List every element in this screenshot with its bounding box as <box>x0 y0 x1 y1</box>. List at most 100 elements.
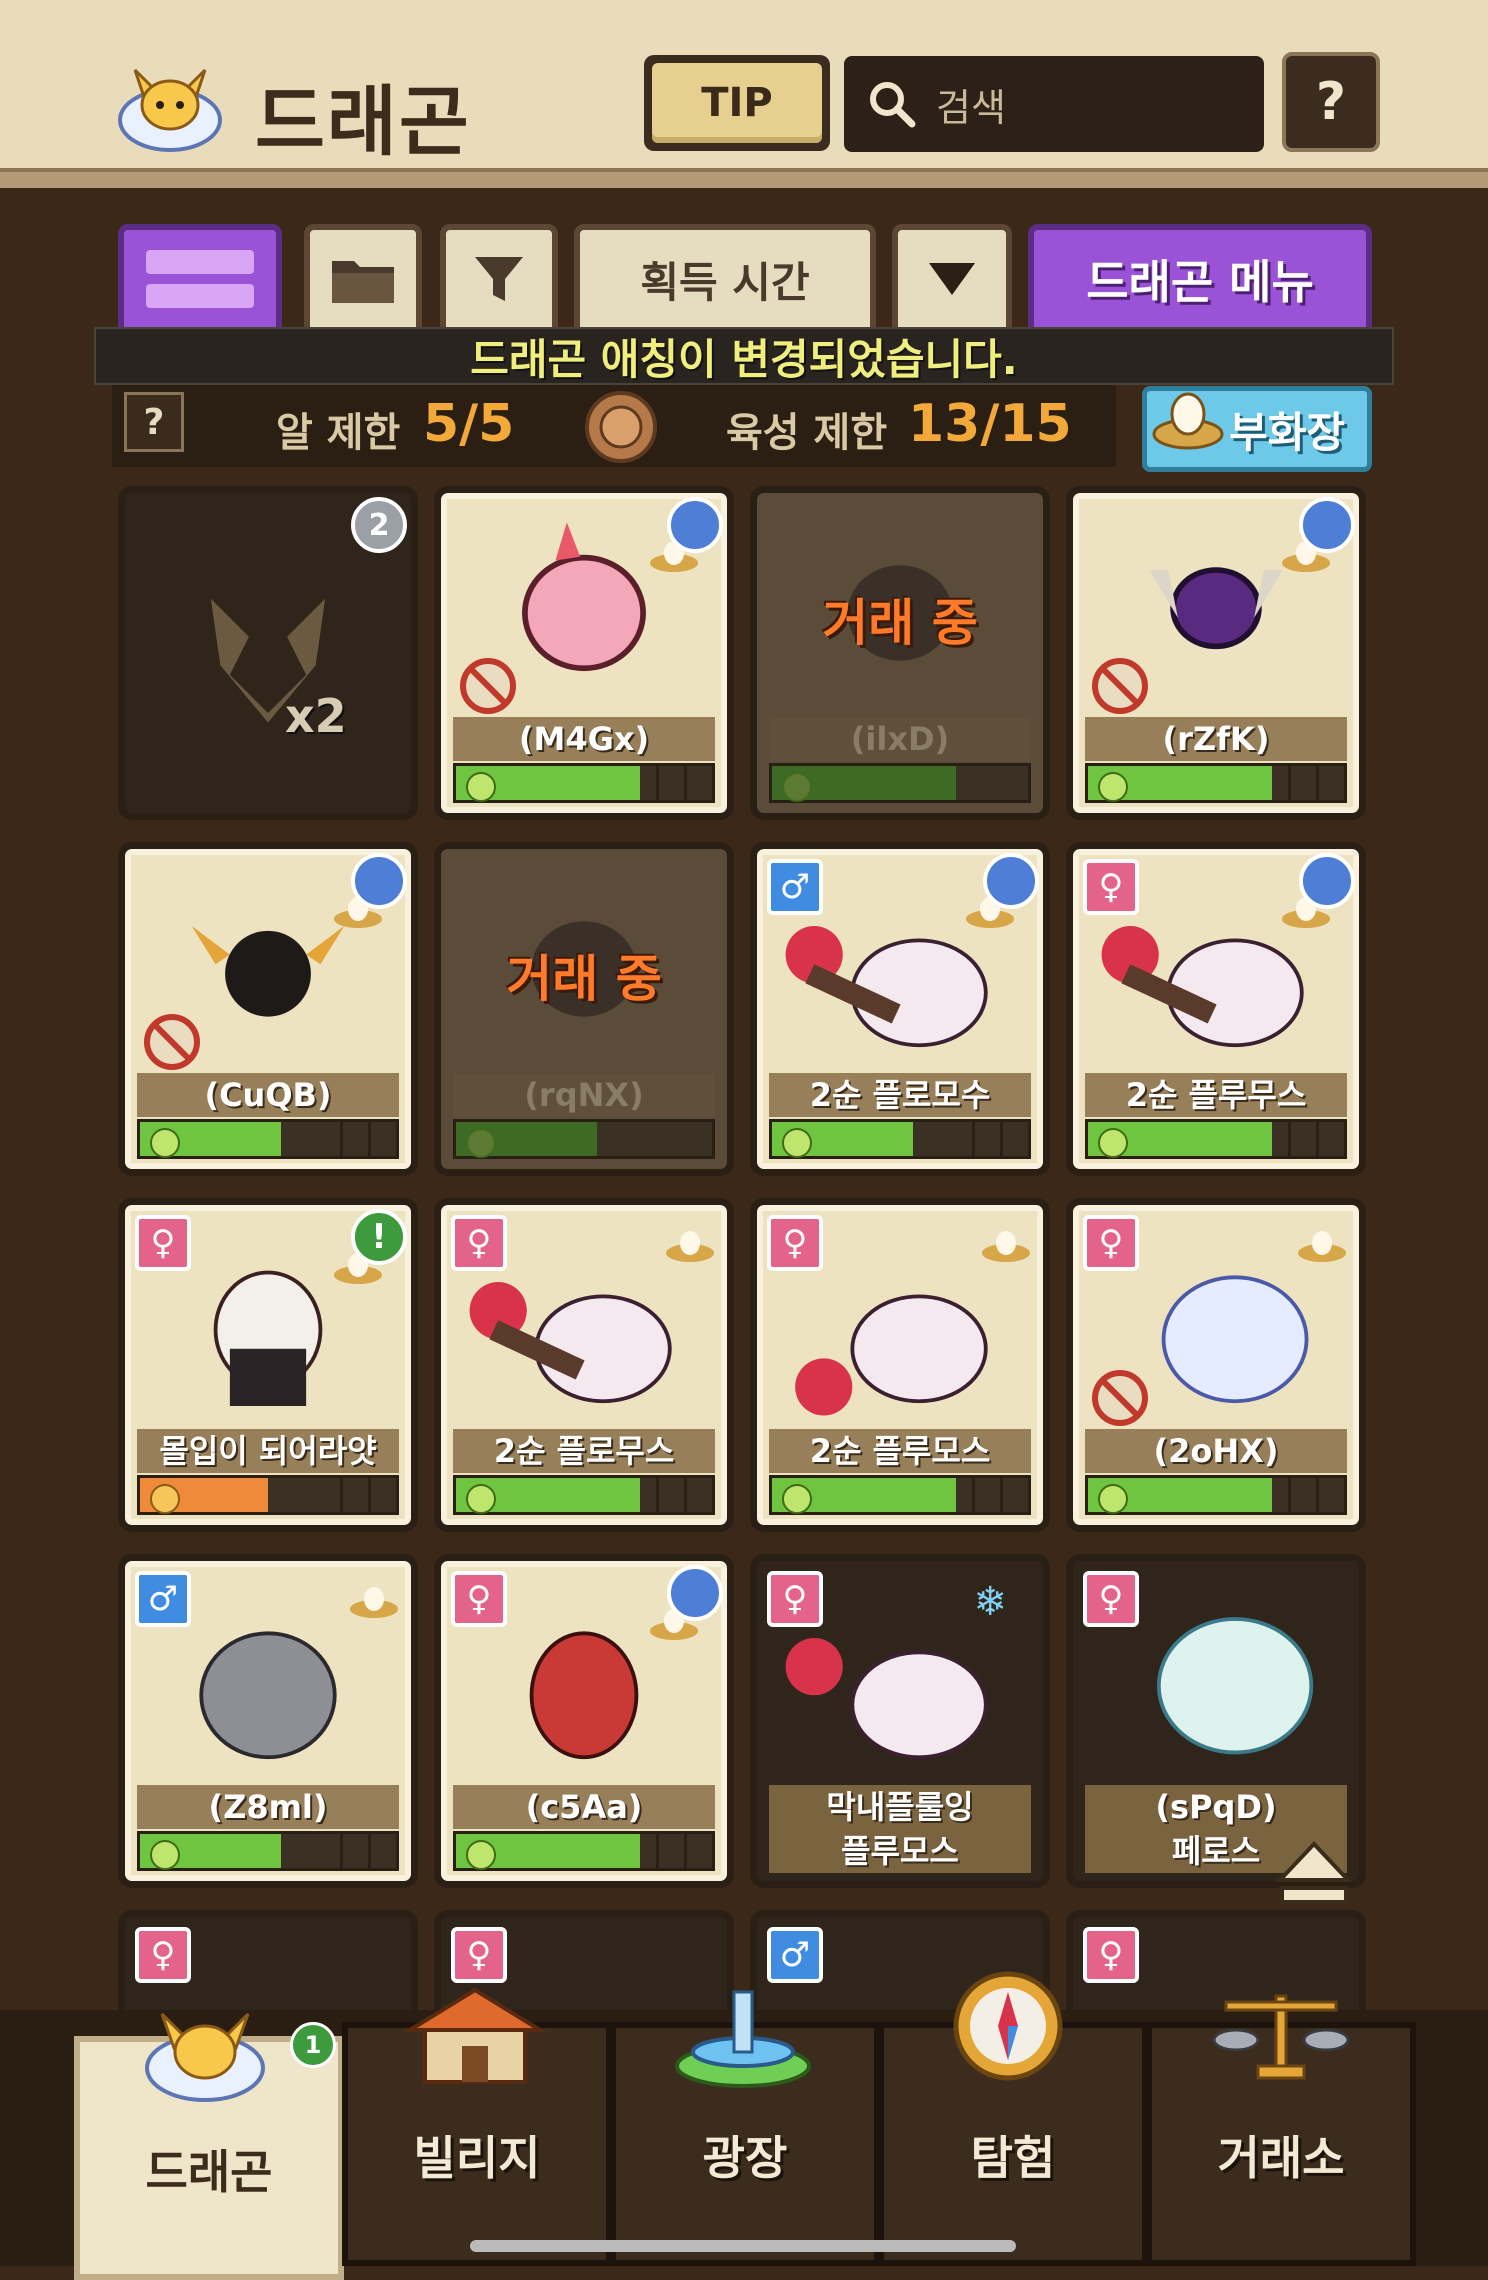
dragon-name: 몰입이 되어라얏 <box>137 1429 399 1473</box>
help-button[interactable]: ? <box>1282 52 1380 152</box>
happy-face-icon <box>782 1128 812 1158</box>
happy-face-icon <box>466 1840 496 1870</box>
dragon-card-5[interactable]: (CuQB) <box>118 842 418 1176</box>
egg-count: x2 <box>285 689 347 743</box>
nav-tab-plaza-label: 광장 <box>702 2131 788 2185</box>
dragon-name: (Z8ml) <box>137 1785 399 1829</box>
trading-status: 거래 중 <box>506 950 662 1008</box>
dragon-name: (M4Gx) <box>453 717 715 761</box>
growth-bar <box>1085 1475 1347 1515</box>
dragon-card-14[interactable]: ♀ (c5Aa) <box>434 1554 734 1888</box>
dragon-card-7[interactable]: ♂ 2순 플로모수 <box>750 842 1050 1176</box>
tip-button[interactable]: TIP <box>644 55 830 151</box>
sort-dropdown[interactable]: 획득 시간 <box>574 224 876 334</box>
folder-button[interactable] <box>304 224 422 334</box>
dragon-name: (ilxD) <box>769 717 1031 761</box>
search-input[interactable]: 검색 <box>844 56 1264 152</box>
dragon-species: 플루모스 <box>769 1829 1031 1873</box>
alert-badge: ! <box>351 1209 407 1265</box>
dragon-name: (2oHX) <box>1085 1429 1347 1473</box>
dragon-tab-icon <box>145 2012 265 2102</box>
training-badge-icon <box>351 853 407 909</box>
female-icon: ♀ <box>1083 859 1139 915</box>
female-icon: ♀ <box>451 1927 507 1983</box>
nav-tab-explore-label: 탐험 <box>970 2131 1056 2185</box>
female-icon: ♀ <box>1083 1927 1139 1983</box>
happy-face-icon <box>782 1484 812 1514</box>
dragon-name: (CuQB) <box>137 1073 399 1117</box>
dragon-card-12[interactable]: ♀ (2oHX) <box>1066 1198 1366 1532</box>
nest-icon <box>666 1231 714 1262</box>
dragon-name: (rqNX) <box>453 1073 715 1117</box>
female-icon: ♀ <box>135 1215 191 1271</box>
home-indicator <box>470 2240 1016 2252</box>
chevron-down-icon <box>929 263 975 295</box>
dragon-card-15[interactable]: ♀ ❄ 막내플룰잉 플루모스 <box>750 1554 1050 1888</box>
nest-icon <box>350 1587 398 1618</box>
dragon-name: 2순 플루무스 <box>1085 1073 1347 1117</box>
snowflake-icon: ❄ <box>973 1579 1007 1625</box>
dragon-card-4[interactable]: (rZfK) <box>1066 486 1366 820</box>
nest-icon <box>982 1231 1030 1262</box>
nav-tab-village-label: 빌리지 <box>413 2131 541 2185</box>
female-icon: ♀ <box>135 1927 191 1983</box>
limits-help-button[interactable]: ? <box>124 392 184 452</box>
happy-face-icon <box>150 1128 180 1158</box>
dragon-card-9[interactable]: ♀ ! 몰입이 되어라얏 <box>118 1198 418 1532</box>
dragon-name: (rZfK) <box>1085 717 1347 761</box>
dragon-logo-icon <box>118 68 222 152</box>
search-placeholder: 검색 <box>936 85 1006 130</box>
filter-button[interactable] <box>440 224 558 334</box>
dragon-menu-button[interactable]: 드래곤 메뉴 <box>1028 224 1372 334</box>
happy-face-icon <box>1098 772 1128 802</box>
dragon-card-3[interactable]: 거래 중 (ilxD) <box>750 486 1050 820</box>
growth-bar <box>137 1119 399 1159</box>
dragon-card-6[interactable]: 거래 중 (rqNX) <box>434 842 734 1176</box>
male-icon: ♂ <box>135 1571 191 1627</box>
growth-bar <box>453 1119 715 1159</box>
dragon-card-13[interactable]: ♂ (Z8ml) <box>118 1554 418 1888</box>
fountain-icon <box>675 1990 811 2088</box>
happy-face-icon <box>1098 1128 1128 1158</box>
no-breed-icon <box>460 658 516 714</box>
growth-bar <box>453 1475 715 1515</box>
toast-message: 드래곤 애칭이 변경되었습니다. <box>94 327 1394 385</box>
growth-bar <box>769 763 1031 803</box>
growth-bar <box>453 763 715 803</box>
raise-limit-value: 13/15 <box>908 394 1072 454</box>
female-icon: ♀ <box>1083 1571 1139 1627</box>
compass-icon <box>953 1971 1063 2081</box>
village-house-icon <box>402 1987 548 2084</box>
nav-tab-dragon-label: 드래곤 <box>145 2145 273 2199</box>
dragon-card-2[interactable]: (M4Gx) <box>434 486 734 820</box>
nest-icon <box>1298 1231 1346 1262</box>
happy-face-icon <box>466 1484 496 1514</box>
training-badge-icon <box>983 853 1039 909</box>
happy-face-icon <box>150 1840 180 1870</box>
dragon-name: (sPqD) <box>1085 1785 1347 1829</box>
layout-toggle-button[interactable] <box>118 224 282 334</box>
dragon-card-1[interactable]: x2 2 <box>118 486 418 820</box>
dragon-card-11[interactable]: ♀ 2순 플루모스 <box>750 1198 1050 1532</box>
neutral-face-icon <box>150 1484 180 1514</box>
female-icon: ♀ <box>767 1215 823 1271</box>
training-badge-icon <box>667 497 723 553</box>
count-badge: 2 <box>351 497 407 553</box>
dragon-notification-badge: 1 <box>290 2022 336 2068</box>
tip-button-label: TIP <box>652 63 822 143</box>
trade-scale-icon <box>1212 1994 1350 2080</box>
scroll-top-icon[interactable] <box>1274 1836 1354 1916</box>
dragon-name: 막내플룰잉 <box>769 1785 1031 1829</box>
header-divider <box>0 168 1488 188</box>
dragon-card-10[interactable]: ♀ 2순 플로무스 <box>434 1198 734 1532</box>
growth-bar <box>769 1119 1031 1159</box>
growth-bar <box>137 1831 399 1871</box>
happy-face-icon <box>466 772 496 802</box>
no-breed-icon <box>144 1014 200 1070</box>
search-icon <box>870 82 916 128</box>
sort-order-button[interactable] <box>892 224 1012 334</box>
training-badge-icon <box>1299 497 1355 553</box>
training-badge-icon <box>667 1565 723 1621</box>
dragon-card-8[interactable]: ♀ 2순 플루무스 <box>1066 842 1366 1176</box>
dragon-name: 2순 플로무스 <box>453 1429 715 1473</box>
